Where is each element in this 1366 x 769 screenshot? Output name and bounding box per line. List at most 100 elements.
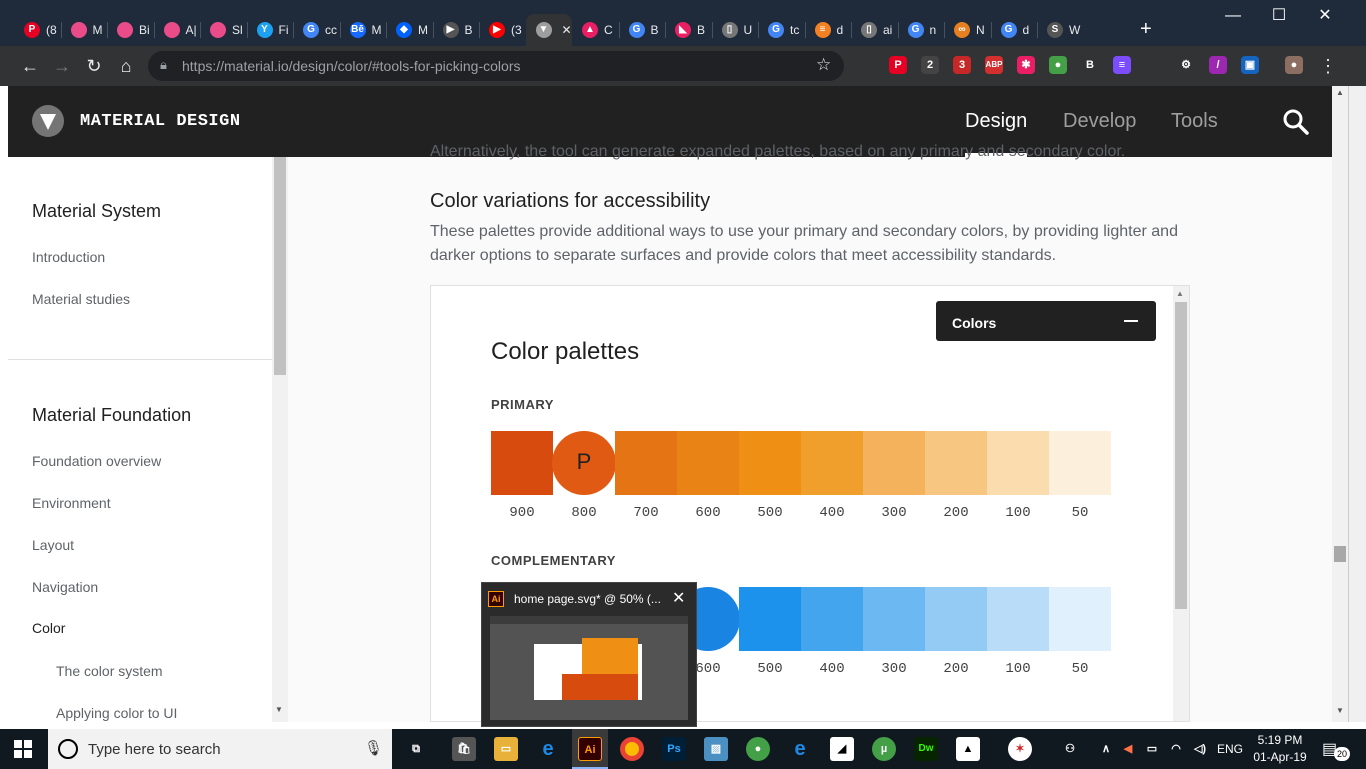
color-swatch[interactable]: [863, 431, 925, 495]
extension-icon[interactable]: ≡: [1113, 56, 1131, 74]
color-swatch[interactable]: [987, 587, 1049, 651]
ie-icon[interactable]: e: [788, 737, 812, 761]
page-scrollbar[interactable]: ▲ ▼: [1332, 86, 1348, 722]
demo-scroll-thumb[interactable]: [1175, 302, 1187, 609]
illustrator-taskbar-icon[interactable]: Ai: [578, 737, 602, 761]
close-tab-icon[interactable]: ✕: [562, 23, 572, 37]
utorrent-icon[interactable]: µ: [872, 737, 896, 761]
browser-tab[interactable]: Sl: [200, 14, 247, 46]
chrome-taskbar-icon[interactable]: [620, 737, 644, 761]
material-logo-icon[interactable]: [32, 105, 64, 137]
browser-tab[interactable]: ▶ B: [433, 14, 480, 46]
sidebar-item-navigation[interactable]: Navigation: [32, 579, 98, 595]
sidebar-section-material-foundation[interactable]: Material Foundation: [32, 405, 191, 426]
search-icon[interactable]: [1282, 108, 1310, 136]
image-viewer-icon[interactable]: ▲: [956, 737, 980, 761]
browser-tab[interactable]: ≡ d: [805, 14, 852, 46]
browser-tab[interactable]: ▲ C: [572, 14, 619, 46]
reload-icon[interactable]: ↻: [82, 54, 106, 78]
clock-time[interactable]: 5:19 PM: [1254, 733, 1306, 747]
nav-tools-tab[interactable]: Tools: [1171, 110, 1218, 133]
color-swatch[interactable]: [615, 431, 677, 495]
taskbar-search-box[interactable]: Type here to search 🎙︎: [48, 729, 392, 769]
browser-tab[interactable]: Y Fi: [247, 14, 294, 46]
sidebar-item-introduction[interactable]: Introduction: [32, 249, 105, 265]
task-view-icon[interactable]: ⧉: [404, 737, 428, 761]
demo-scrollbar[interactable]: ▲: [1173, 286, 1189, 721]
browser-tab[interactable]: GB: [619, 14, 666, 46]
browser-tab[interactable]: ▼ ✕: [525, 14, 572, 46]
sidebar-section-material-system[interactable]: Material System: [32, 201, 161, 222]
page-scroll-thumb[interactable]: [1334, 546, 1346, 562]
close-window-button[interactable]: ✕: [1302, 0, 1348, 32]
color-swatch[interactable]: [491, 431, 553, 495]
browser-tab[interactable]: ◆ M: [386, 14, 433, 46]
color-swatch[interactable]: [801, 587, 863, 651]
tray-alert-icon[interactable]: ◀: [1116, 737, 1140, 761]
color-swatch[interactable]: [1049, 431, 1111, 495]
color-swatch[interactable]: [739, 431, 801, 495]
color-swatch[interactable]: [677, 431, 739, 495]
store-icon[interactable]: 🛍︎: [452, 737, 476, 761]
sidebar-item-material-studies[interactable]: Material studies: [32, 291, 130, 307]
browser-tab[interactable]: ▯ ai: [851, 14, 898, 46]
windows-start-icon[interactable]: [14, 740, 32, 758]
volume-icon[interactable]: ◁): [1188, 737, 1212, 761]
globe-app-icon[interactable]: ●: [746, 737, 770, 761]
extension-icon[interactable]: /: [1209, 56, 1227, 74]
sidebar-scroll-thumb[interactable]: [274, 157, 286, 375]
address-bar[interactable]: 🔒︎ https://material.io/design/color/#too…: [148, 51, 844, 81]
browser-tab[interactable]: Gd: [991, 14, 1038, 46]
color-swatch[interactable]: [801, 431, 863, 495]
extension-icon[interactable]: ●: [1285, 56, 1303, 74]
browser-tab[interactable]: M: [61, 14, 108, 46]
sidebar-scrollbar[interactable]: ▼: [272, 157, 288, 722]
battery-icon[interactable]: ▭: [1140, 737, 1164, 761]
preview-close-icon[interactable]: ✕: [672, 588, 685, 608]
taskbar-window-preview[interactable]: Ai home page.svg* @ 50% (... ✕: [481, 582, 697, 727]
extension-icon[interactable]: P: [889, 56, 907, 74]
sidebar-subitem-applying-color[interactable]: Applying color to UI: [56, 705, 177, 721]
color-swatch[interactable]: P: [552, 431, 616, 495]
bookmark-star-icon[interactable]: ☆: [816, 55, 831, 75]
scroll-down-arrow-icon[interactable]: ▼: [275, 705, 283, 714]
page-scroll-up-icon[interactable]: ▲: [1336, 88, 1344, 97]
site-brand[interactable]: MATERIAL DESIGN: [80, 112, 241, 131]
edge-icon[interactable]: e: [536, 737, 560, 761]
language-indicator[interactable]: ENG: [1217, 742, 1243, 756]
maximize-button[interactable]: ☐: [1256, 0, 1302, 32]
browser-tab[interactable]: ▶ (3: [479, 14, 526, 46]
nav-develop-tab[interactable]: Develop: [1063, 110, 1136, 133]
photoshop-icon[interactable]: Ps: [662, 737, 686, 761]
file-explorer-icon[interactable]: ▭: [494, 737, 518, 761]
nav-design-tab[interactable]: Design: [965, 110, 1027, 133]
chrome-menu-icon[interactable]: ⋮: [1316, 54, 1340, 78]
browser-tab[interactable]: Gtc: [758, 14, 805, 46]
extension-icon[interactable]: 2: [921, 56, 939, 74]
minimize-button[interactable]: —: [1210, 0, 1256, 32]
sidebar-item-foundation-overview[interactable]: Foundation overview: [32, 453, 161, 469]
browser-tab[interactable]: SW: [1037, 14, 1084, 46]
extension-icon[interactable]: 3: [953, 56, 971, 74]
wifi-icon[interactable]: ◠: [1164, 737, 1188, 761]
page-scroll-down-icon[interactable]: ▼: [1336, 706, 1344, 715]
dreamweaver-icon[interactable]: Dw: [914, 737, 938, 761]
sticky-notes-icon[interactable]: ◢: [830, 737, 854, 761]
colors-panel-button[interactable]: Colors: [936, 301, 1156, 341]
browser-tab[interactable]: Bē M: [340, 14, 387, 46]
color-swatch[interactable]: [1049, 587, 1111, 651]
home-icon[interactable]: ⌂: [114, 54, 138, 78]
browser-tab[interactable]: ∞ N: [944, 14, 991, 46]
photos-icon[interactable]: ▨: [704, 737, 728, 761]
back-icon[interactable]: ←: [18, 54, 42, 78]
browser-tab[interactable]: Gcc: [293, 14, 340, 46]
browser-tab[interactable]: Gn: [898, 14, 945, 46]
sidebar-subitem-color-system[interactable]: The color system: [56, 663, 163, 679]
color-swatch[interactable]: [925, 587, 987, 651]
tray-chevron-up-icon[interactable]: ∧: [1094, 737, 1118, 761]
people-icon[interactable]: ⚇: [1058, 737, 1082, 761]
extension-icon[interactable]: ▣: [1241, 56, 1259, 74]
browser-tab[interactable]: P (8: [14, 14, 61, 46]
extension-icon[interactable]: ●: [1049, 56, 1067, 74]
sidebar-item-color[interactable]: Color: [32, 620, 65, 636]
